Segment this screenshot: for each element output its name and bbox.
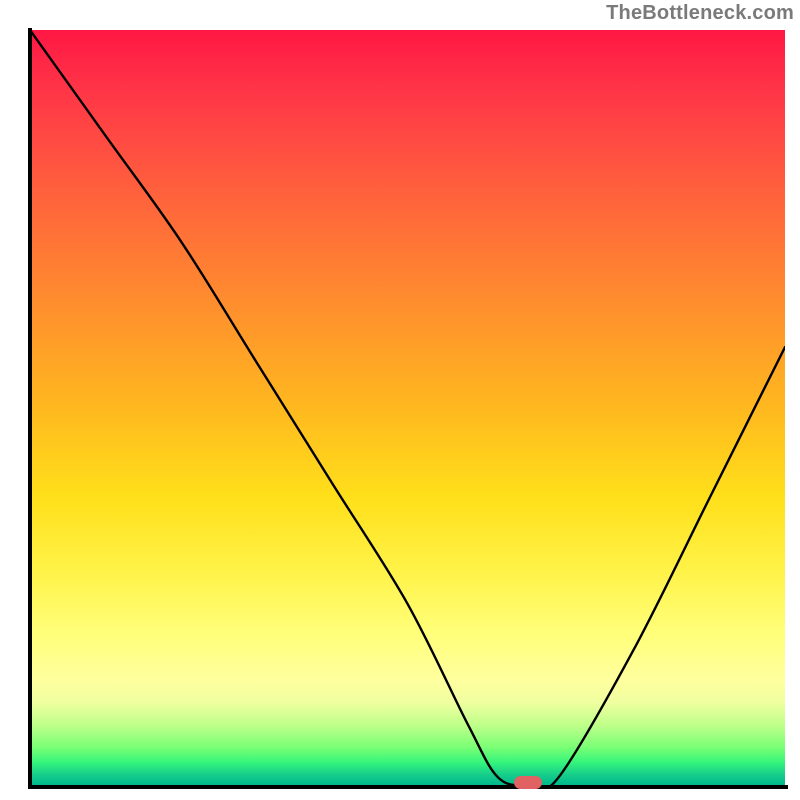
optimal-marker: [514, 776, 542, 789]
attribution-text: TheBottleneck.com: [606, 2, 794, 25]
x-axis: [28, 785, 788, 789]
chart-frame: TheBottleneck.com: [0, 0, 800, 800]
bottleneck-curve: [30, 30, 785, 785]
